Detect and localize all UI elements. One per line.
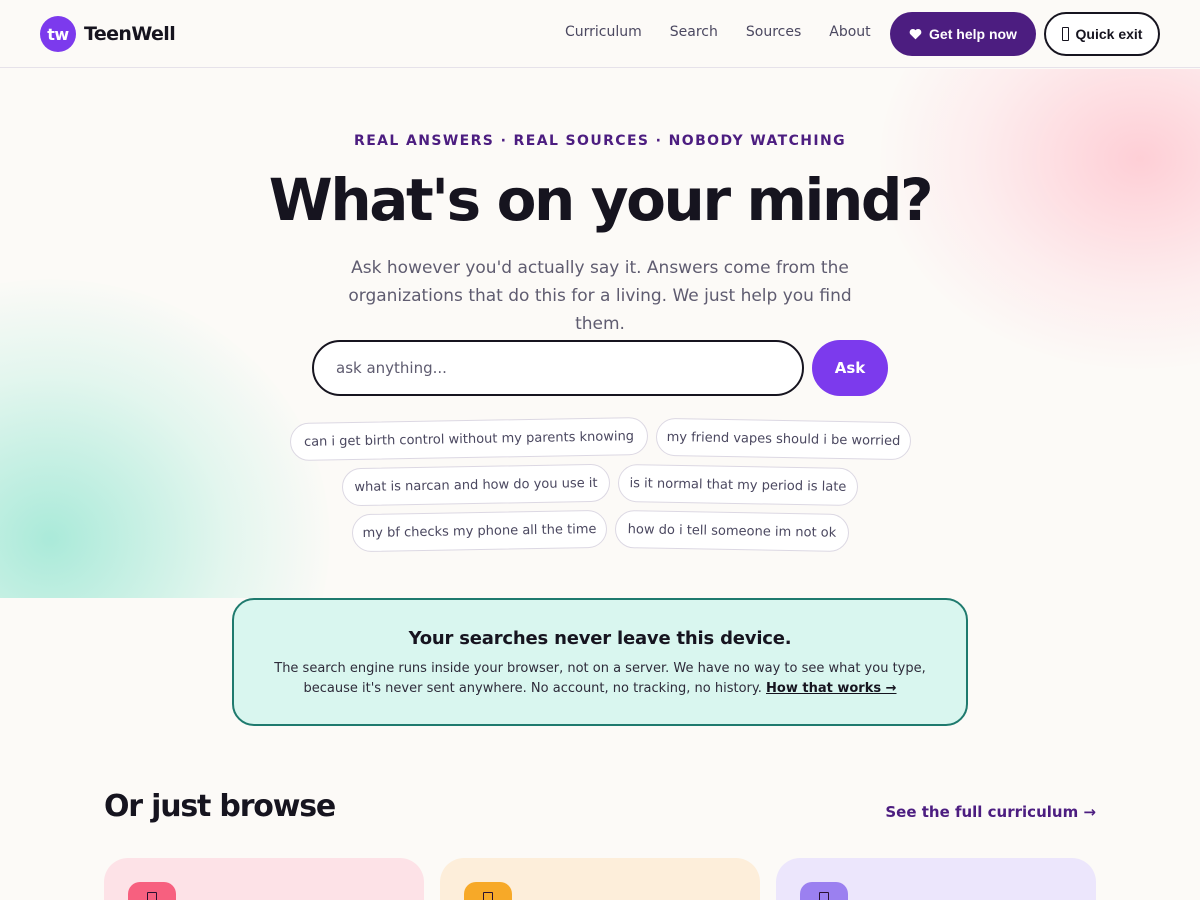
privacy-body: The search engine runs inside your brows… — [255, 659, 945, 699]
get-help-button[interactable]: Get help now — [890, 12, 1036, 56]
nav-sources[interactable]: Sources — [746, 24, 801, 40]
decorative-blob-mint — [0, 279, 330, 598]
card-icon — [800, 882, 848, 900]
main-nav: Curriculum Search Sources About — [565, 24, 899, 40]
card-icon — [128, 882, 176, 900]
privacy-notice: Your searches never leave this device. T… — [232, 598, 968, 726]
nav-search[interactable]: Search — [670, 24, 718, 40]
get-help-label: Get help now — [929, 26, 1017, 42]
nav-curriculum[interactable]: Curriculum — [565, 24, 642, 40]
ask-button[interactable]: Ask — [812, 340, 888, 396]
hero-subtitle: Ask however you'd actually say it. Answe… — [348, 258, 852, 334]
logo[interactable]: tw TeenWell — [40, 16, 176, 52]
browse-card[interactable] — [776, 858, 1096, 900]
card-icon — [464, 882, 512, 900]
quick-exit-label: Quick exit — [1075, 26, 1143, 42]
full-curriculum-link[interactable]: See the full curriculum → — [885, 803, 1096, 821]
suggestion-chip[interactable]: my bf checks my phone all the time — [351, 509, 608, 553]
suggestion-chip[interactable]: can i get birth control without my paren… — [289, 416, 649, 462]
privacy-title: Your searches never leave this device. — [408, 628, 792, 649]
suggestion-chip[interactable]: how do i tell someone im not ok — [614, 509, 850, 553]
site-header: tw TeenWell Curriculum Search Sources Ab… — [0, 0, 1200, 68]
suggestion-chip[interactable]: is it normal that my period is late — [617, 463, 859, 507]
logo-text: TeenWell — [84, 23, 176, 45]
suggestion-chip[interactable]: what is narcan and how do you use it — [341, 463, 611, 507]
hero-title: What's on your mind? — [268, 166, 934, 234]
heart-icon — [909, 28, 922, 40]
browse-title: Or just browse — [104, 789, 336, 824]
browse-card[interactable] — [440, 858, 760, 900]
quick-exit-button[interactable]: Quick exit — [1044, 12, 1160, 56]
search-input[interactable] — [312, 340, 804, 396]
exit-door-icon — [1061, 27, 1069, 41]
how-that-works-link[interactable]: How that works → — [766, 681, 896, 696]
hero-eyebrow: REAL ANSWERS · REAL SOURCES · NOBODY WAT… — [354, 133, 846, 149]
nav-about[interactable]: About — [829, 24, 870, 40]
browse-card[interactable] — [104, 858, 424, 900]
logo-badge: tw — [40, 16, 76, 52]
suggestion-chip[interactable]: my friend vapes should i be worried — [655, 417, 912, 461]
